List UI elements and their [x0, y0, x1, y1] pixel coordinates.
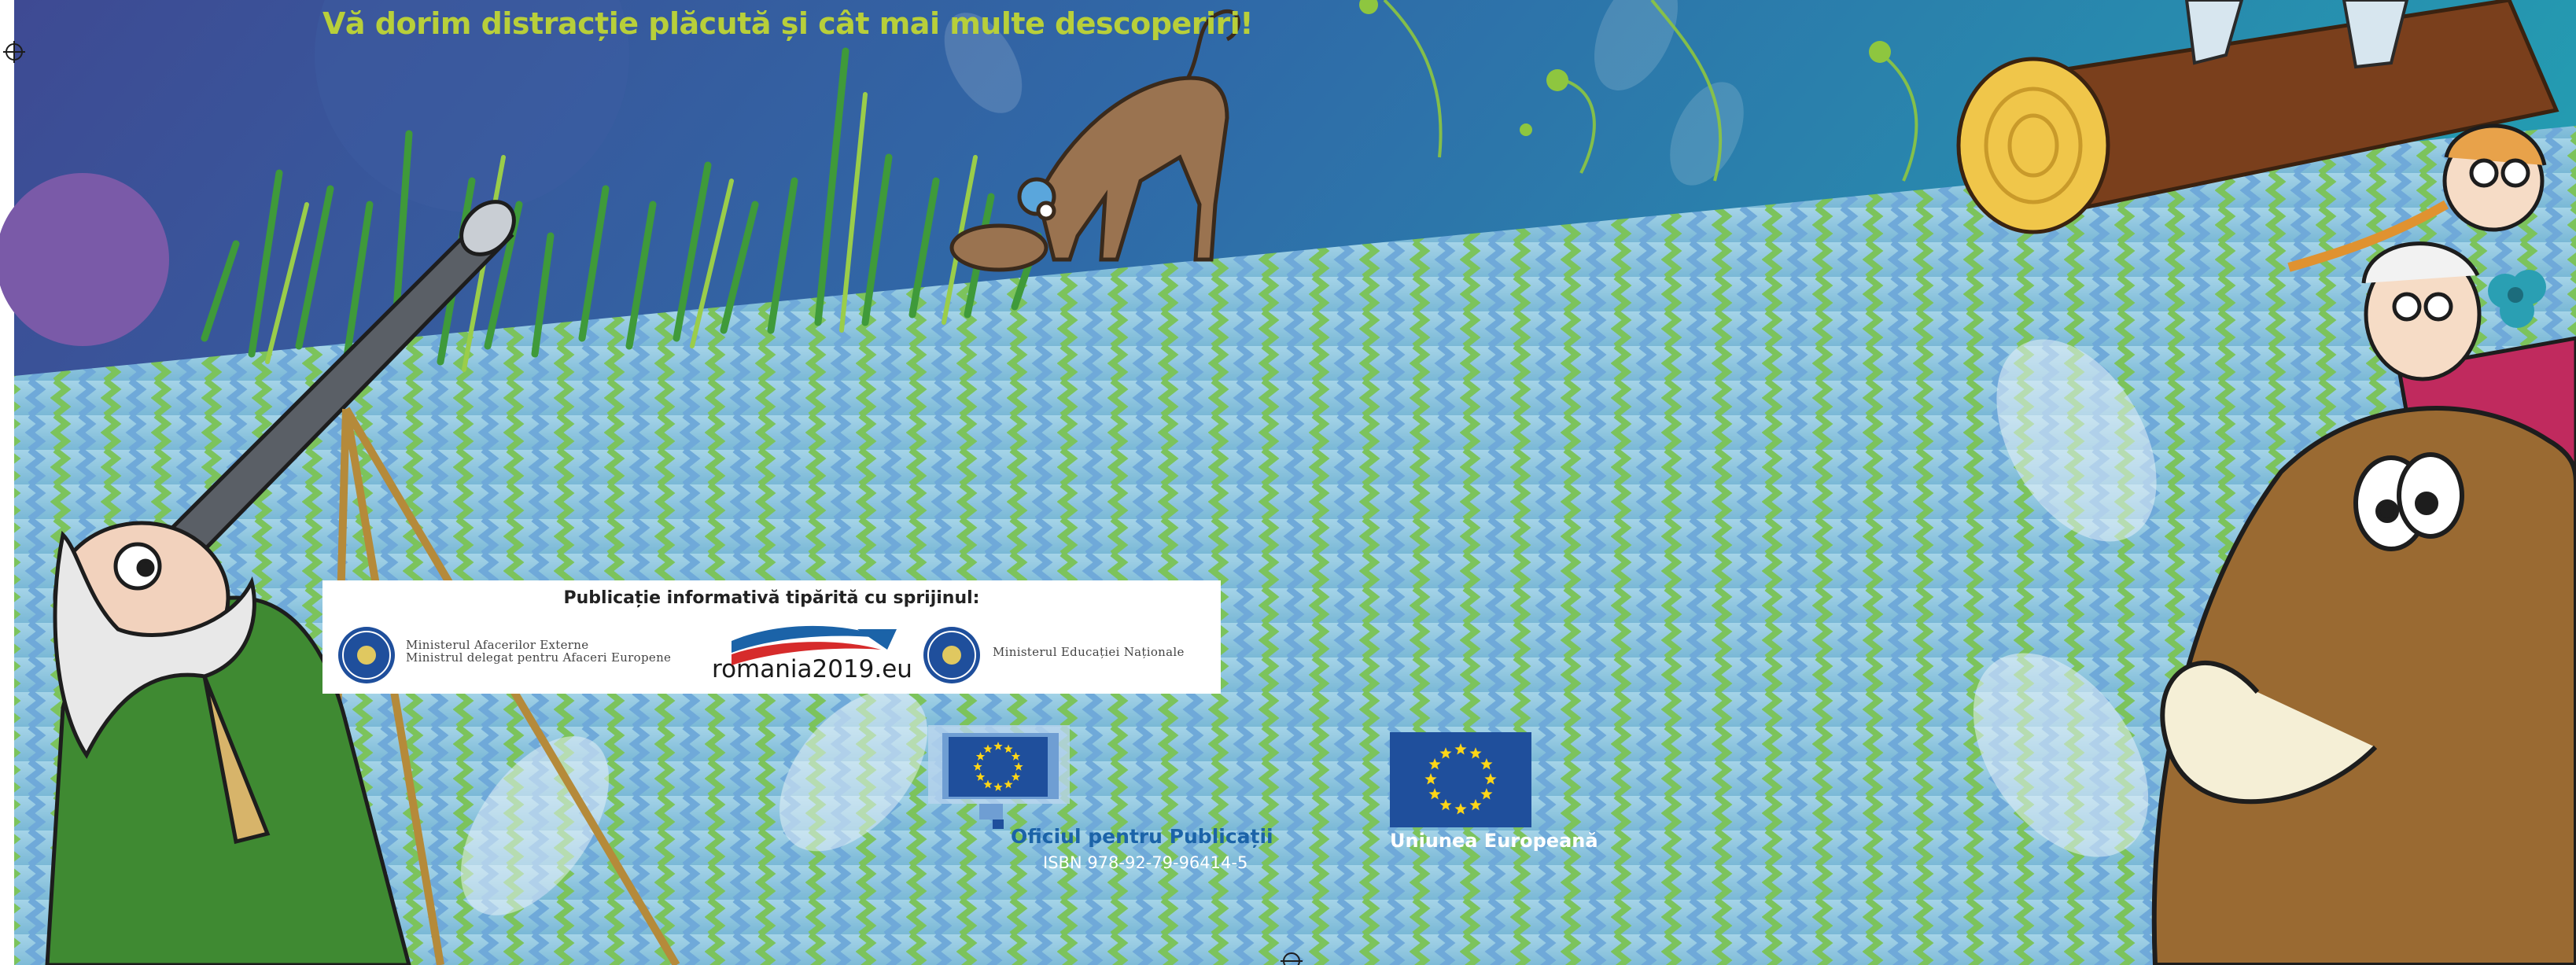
purple-planet — [0, 173, 169, 346]
tagline: Vă dorim distracție plăcută și cât mai m… — [322, 6, 1254, 41]
ministry-education: Ministerul Educației Naționale — [993, 645, 1185, 659]
romania2019-logo-text: romania2019.eu — [712, 655, 912, 683]
sponsor-title: Publicație informativă tipărită cu sprij… — [563, 588, 980, 608]
sponsor-panel: Publicație informativă tipărită cu sprij… — [322, 580, 1221, 694]
european-union-label: Uniunea Europeană — [1390, 830, 1598, 852]
publications-office-label: Oficiul pentru Publicații — [1011, 825, 1273, 848]
isbn-number: ISBN 978-92-79-96414-5 — [1043, 853, 1248, 872]
poster-artwork — [0, 0, 2576, 965]
ministry-foreign-affairs-line2: Ministrul delegat pentru Afaceri Europen… — [406, 650, 672, 665]
ministry-foreign-affairs-line1: Ministerul Afacerilor Externe — [406, 638, 589, 652]
